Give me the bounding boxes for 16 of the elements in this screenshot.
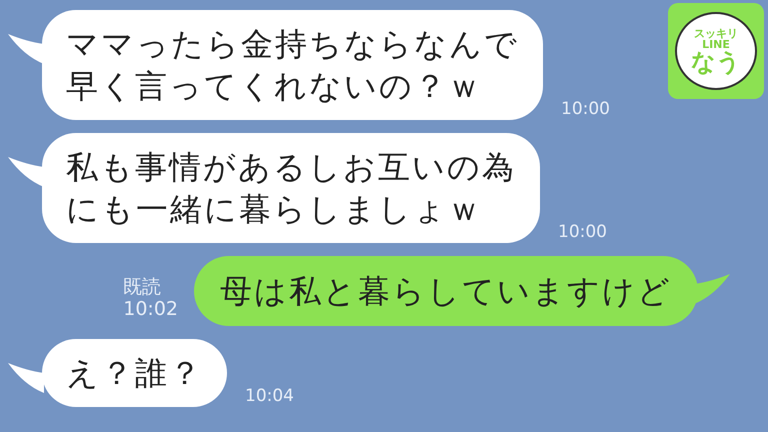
- logo-text: LINE: [702, 39, 730, 50]
- bubble-tail: [8, 157, 44, 187]
- bubble-tail: [694, 274, 730, 304]
- logo-text: なう: [691, 50, 741, 74]
- message-bubble: 母は私と暮らしていますけど: [194, 256, 698, 326]
- message-bubble: 私も事情があるしお互いの為 にも一緒に暮らしましょｗ: [42, 133, 540, 243]
- message-time: 10:02: [123, 298, 178, 320]
- message-bubble: え？誰？: [42, 339, 227, 407]
- bubble-tail: [8, 34, 44, 64]
- message-time: 10:04: [245, 385, 294, 407]
- read-receipt: 既読: [123, 276, 162, 298]
- bubble-tail: [8, 363, 44, 393]
- logo-text: スッキリ: [694, 28, 738, 39]
- message-bubble: ママったら金持ちならなんで 早く言ってくれないの？ｗ: [42, 10, 543, 120]
- message-time: 10:00: [561, 98, 610, 120]
- message-time: 10:00: [558, 221, 607, 243]
